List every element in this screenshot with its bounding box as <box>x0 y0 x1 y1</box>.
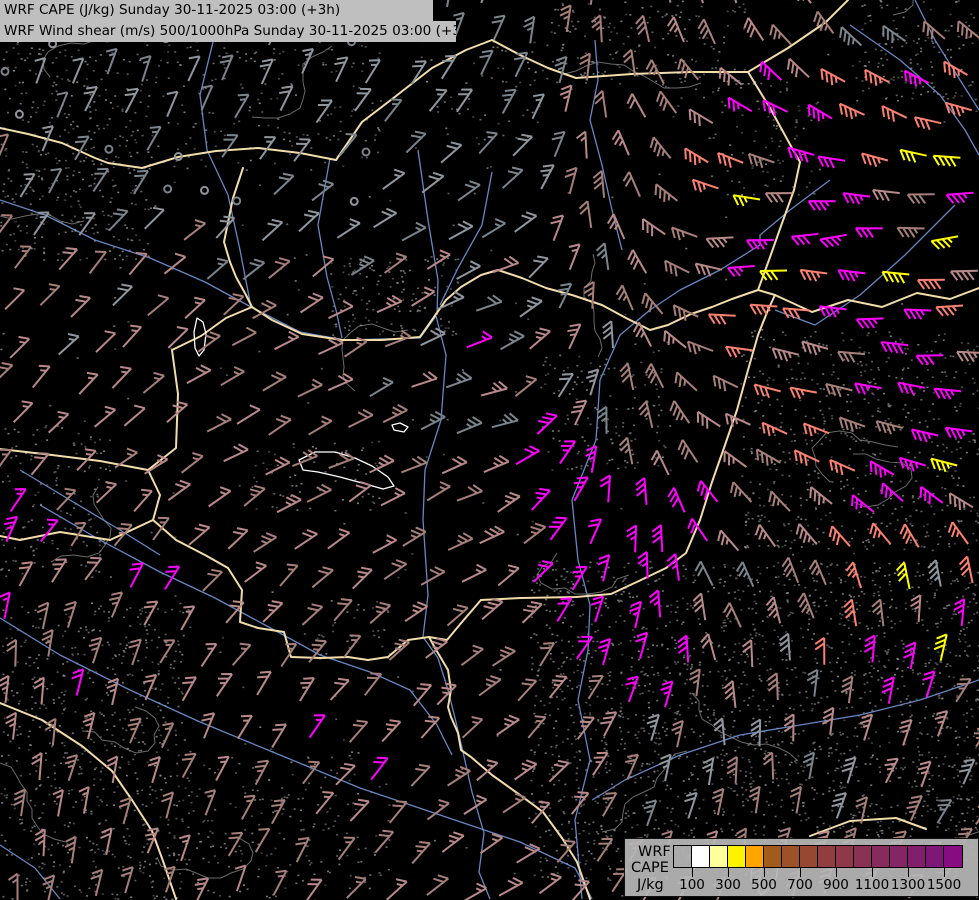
legend-color-cell <box>709 845 729 868</box>
legend-color-cell <box>745 845 765 868</box>
cape-legend: WRF CAPE J/kg 100 300 500 700 900 1100 1300 150… <box>624 838 979 897</box>
legend-color-cell <box>781 845 801 868</box>
legend-color-cell <box>907 845 927 868</box>
legend-tick <box>836 867 837 877</box>
weather-map: WRF CAPE (J/kg) Sunday 30-11-2025 03:00 … <box>0 0 979 900</box>
legend-color-cell <box>691 845 711 868</box>
title-cape: WRF CAPE (J/kg) Sunday 30-11-2025 03:00 … <box>0 0 433 21</box>
legend-tick <box>692 867 693 877</box>
title-wind-shear: WRF Wind shear (m/s) 500/1000hPa Sunday … <box>0 21 456 42</box>
legend-tick <box>728 867 729 877</box>
legend-tick <box>872 867 873 877</box>
legend-color-cell <box>943 845 963 868</box>
legend-color-cell <box>799 845 819 868</box>
legend-color-cell <box>817 845 837 868</box>
legend-tick <box>800 867 801 877</box>
legend-model-label: WRF <box>638 844 671 860</box>
legend-tick <box>764 867 765 877</box>
legend-color-cell <box>835 845 855 868</box>
legend-color-cell <box>673 845 693 868</box>
legend-color-cell <box>853 845 873 868</box>
legend-tick-label: 1500 <box>926 877 962 893</box>
legend-color-cell <box>889 845 909 868</box>
legend-unit-label: J/kg <box>637 877 664 893</box>
legend-color-cell <box>727 845 747 868</box>
legend-color-cell <box>871 845 891 868</box>
legend-color-cell <box>925 845 945 868</box>
legend-variable-label: CAPE <box>631 860 669 876</box>
map-svg <box>0 0 979 900</box>
legend-color-cell <box>763 845 783 868</box>
legend-tick <box>944 867 945 877</box>
legend-tick <box>908 867 909 877</box>
